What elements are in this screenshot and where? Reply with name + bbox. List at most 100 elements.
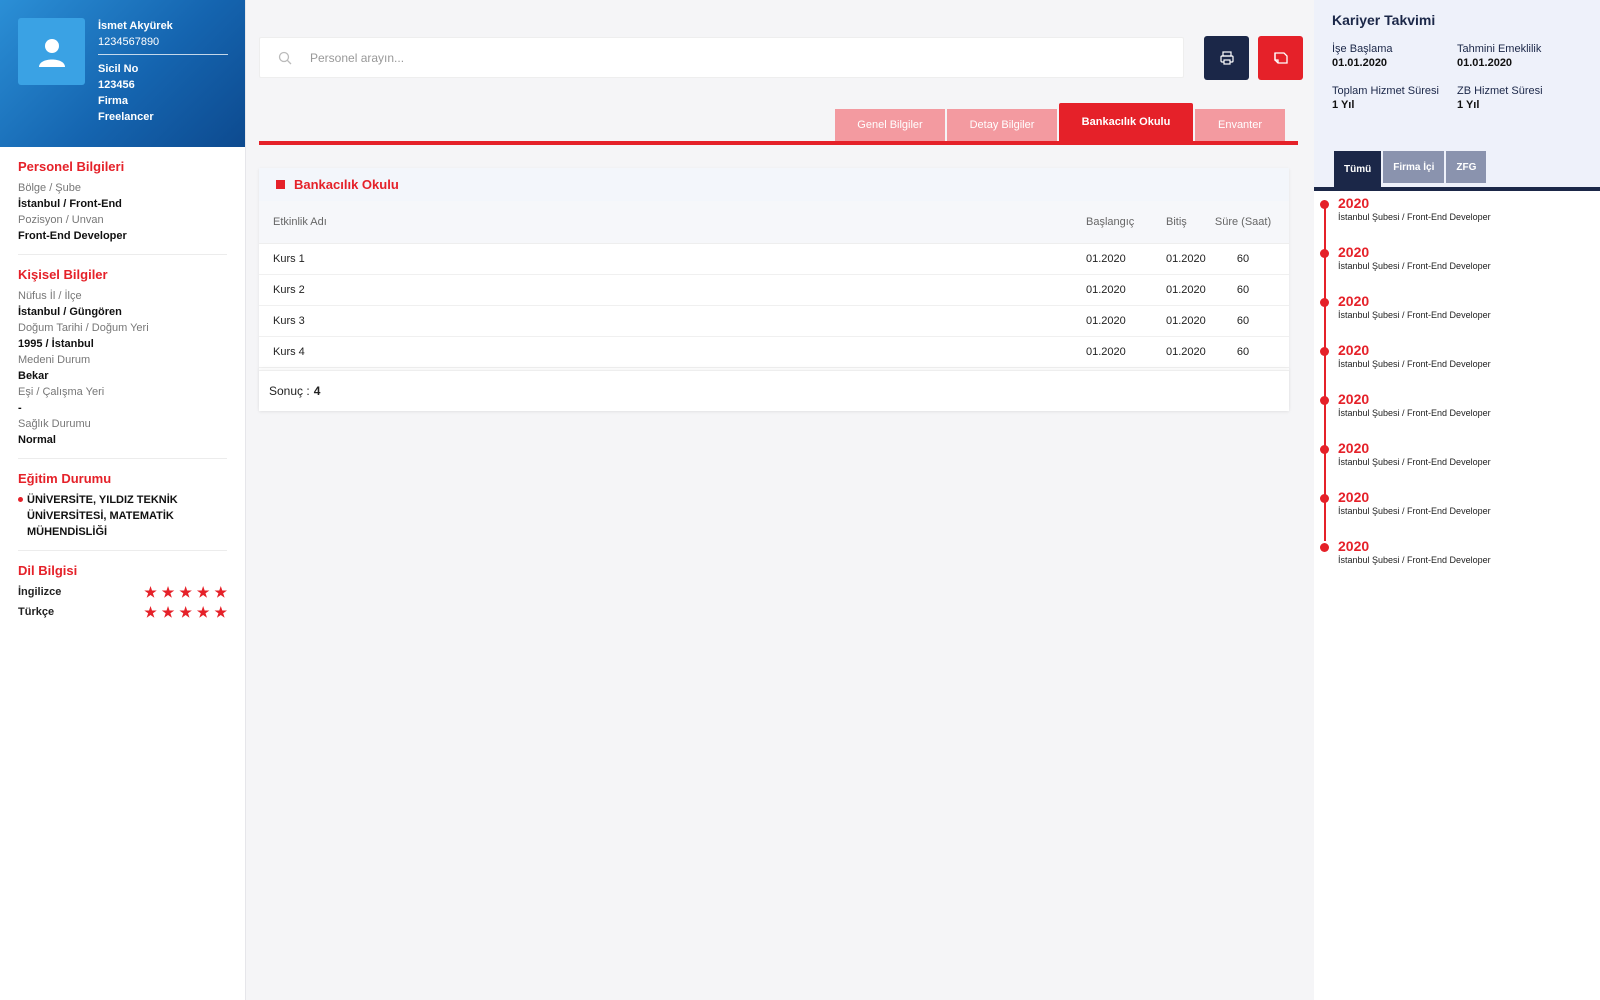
tab-bankacilik-okulu[interactable]: Bankacılık Okulu [1059, 103, 1193, 141]
cell-duration: 60 [1236, 252, 1250, 265]
tab-zfg[interactable]: ZFG [1446, 151, 1487, 183]
cell-end: 01.2020 [1166, 284, 1206, 296]
field-value: Bekar [18, 370, 49, 382]
cell-duration: 60 [1236, 314, 1250, 327]
timeline-year: 2020 [1338, 195, 1370, 211]
cell-start: 01.2020 [1086, 253, 1126, 265]
career-header: Kariyer Takvimi İşe Başlama 01.01.2020 T… [1314, 0, 1600, 187]
education-text: ÜNİVERSİTE, YILDIZ TEKNİK ÜNİVERSİTESİ, … [27, 494, 178, 538]
timeline-item: 2020 İstanbul Şubesi / Front-End Develop… [1320, 191, 1600, 240]
result-count: Sonuç : 4 [259, 370, 1289, 411]
tab-bar: Genel Bilgiler Detay Bilgiler Bankacılık… [259, 103, 1298, 145]
main-content: Genel Bilgiler Detay Bilgiler Bankacılık… [246, 0, 1314, 1000]
timeline-year: 2020 [1338, 293, 1370, 309]
language-row: Türkçe ★ ★ ★ ★ ★ [18, 604, 227, 620]
timeline-desc: İstanbul Şubesi / Front-End Developer [1338, 555, 1491, 565]
career-stat: Tahmini Emeklilik 01.01.2020 [1457, 42, 1582, 70]
search-bar[interactable] [259, 37, 1184, 78]
timeline-dot-icon [1320, 298, 1329, 307]
result-value: 4 [313, 384, 321, 398]
left-sidebar: İsmet Akyürek 1234567890 Sicil No 123456… [0, 0, 246, 1000]
field-value: - [18, 402, 22, 414]
star-icon: ★ [196, 583, 210, 600]
star-icon: ★ [179, 603, 192, 620]
timeline-dot-icon [1320, 200, 1329, 209]
print-button[interactable] [1204, 36, 1249, 80]
star-icon: ★ [179, 583, 192, 600]
stat-label: Toplam Hizmet Süresi [1332, 85, 1439, 97]
profile-phone: 1234567890 [98, 36, 160, 48]
profile-info: İsmet Akyürek 1234567890 Sicil No 123456… [98, 18, 228, 125]
timeline-year: 2020 [1338, 489, 1370, 505]
timeline-dot-icon [1320, 347, 1329, 356]
stat-value: 1 Yıl [1332, 99, 1355, 111]
col-duration-header: Süre (Saat) [1214, 215, 1272, 228]
timeline-desc: İstanbul Şubesi / Front-End Developer [1338, 212, 1491, 222]
export-button[interactable] [1258, 36, 1303, 80]
cell-duration: 60 [1236, 345, 1250, 358]
dil-section: Dil Bilgisi İngilizce ★ ★ ★ ★ ★ Türkçe ★ ★ ★ ★ ★ [18, 551, 227, 630]
personel-section: Personel Bilgileri Bölge / Şube İstanbul… [18, 147, 227, 255]
card-title: Bankacılık Okulu [294, 177, 399, 192]
sicil-value: 123456 [98, 79, 135, 91]
timeline-item: 2020 İstanbul Şubesi / Front-End Develop… [1320, 338, 1600, 387]
kisisel-section: Kişisel Bilgiler Nüfus İl / İlçe İstanbu… [18, 255, 227, 459]
stat-value: 1 Yıl [1457, 99, 1480, 111]
career-stat: ZB Hizmet Süresi 1 Yıl [1457, 84, 1582, 112]
timeline-dot-icon [1320, 543, 1329, 552]
export-icon [1273, 52, 1288, 64]
card-header: Bankacılık Okulu [259, 168, 1289, 201]
table-row[interactable]: Kurs 1 01.2020 01.2020 60 [259, 244, 1289, 275]
timeline-year: 2020 [1338, 391, 1370, 407]
table-row[interactable]: Kurs 3 01.2020 01.2020 60 [259, 306, 1289, 337]
field-label: Doğum Tarihi / Doğum Yeri [18, 322, 149, 334]
firma-value: Freelancer [98, 111, 154, 123]
field-label: Sağlık Durumu [18, 418, 91, 430]
timeline-year: 2020 [1338, 342, 1370, 358]
table-row[interactable]: Kurs 4 01.2020 01.2020 60 [259, 337, 1289, 368]
cell-duration: 60 [1236, 283, 1250, 296]
profile-header: İsmet Akyürek 1234567890 Sicil No 123456… [0, 0, 245, 147]
tab-firma-ici[interactable]: Firma İçi [1383, 151, 1445, 183]
tab-detay-bilgiler[interactable]: Detay Bilgiler [947, 109, 1057, 141]
timeline-year: 2020 [1338, 538, 1370, 554]
field-value: Normal [18, 434, 56, 446]
cell-start: 01.2020 [1086, 315, 1126, 327]
search-input[interactable] [310, 50, 1110, 65]
cell-name: Kurs 2 [273, 284, 305, 296]
col-name-header: Etkinlik Adı [273, 216, 327, 228]
avatar [18, 18, 85, 85]
field-label: Bölge / Şube [18, 182, 81, 194]
tab-genel-bilgiler[interactable]: Genel Bilgiler [835, 109, 945, 141]
timeline-dot-icon [1320, 494, 1329, 503]
field-label: Eşi / Çalışma Yeri [18, 386, 105, 398]
cell-name: Kurs 4 [273, 346, 305, 358]
search-icon [260, 51, 310, 65]
career-stat: Toplam Hizmet Süresi 1 Yıl [1332, 84, 1457, 112]
language-name: Türkçe [18, 606, 55, 618]
career-stat: İşe Başlama 01.01.2020 [1332, 42, 1457, 70]
profile-divider [98, 54, 228, 55]
career-timeline: 2020 İstanbul Şubesi / Front-End Develop… [1314, 191, 1600, 583]
table-row[interactable]: Kurs 2 01.2020 01.2020 60 [259, 275, 1289, 306]
timeline-desc: İstanbul Şubesi / Front-End Developer [1338, 408, 1491, 418]
timeline-desc: İstanbul Şubesi / Front-End Developer [1338, 261, 1491, 271]
stat-label: Tahmini Emeklilik [1457, 43, 1542, 55]
timeline-dot-icon [1320, 249, 1329, 258]
career-stats: İşe Başlama 01.01.2020 Tahmini Emeklilik… [1332, 42, 1582, 112]
section-title: Personel Bilgileri [18, 159, 125, 174]
timeline-year: 2020 [1338, 440, 1370, 456]
star-icon: ★ [144, 583, 157, 600]
timeline-dot-icon [1320, 445, 1329, 454]
field-value: İstanbul / Front-End [18, 198, 122, 210]
language-rating: ★ ★ ★ ★ ★ [139, 604, 227, 621]
col-end-header: Bitiş [1166, 216, 1187, 228]
timeline-desc: İstanbul Şubesi / Front-End Developer [1338, 506, 1491, 516]
career-tabs: Tümü Firma İçi ZFG [1334, 151, 1488, 187]
career-title: Kariyer Takvimi [1332, 12, 1436, 28]
tab-tumu[interactable]: Tümü [1334, 151, 1382, 187]
tab-envanter[interactable]: Envanter [1195, 109, 1285, 141]
education-item: ÜNİVERSİTE, YILDIZ TEKNİK ÜNİVERSİTESİ, … [18, 492, 227, 540]
star-icon: ★ [196, 603, 210, 620]
cell-name: Kurs 1 [273, 253, 305, 265]
